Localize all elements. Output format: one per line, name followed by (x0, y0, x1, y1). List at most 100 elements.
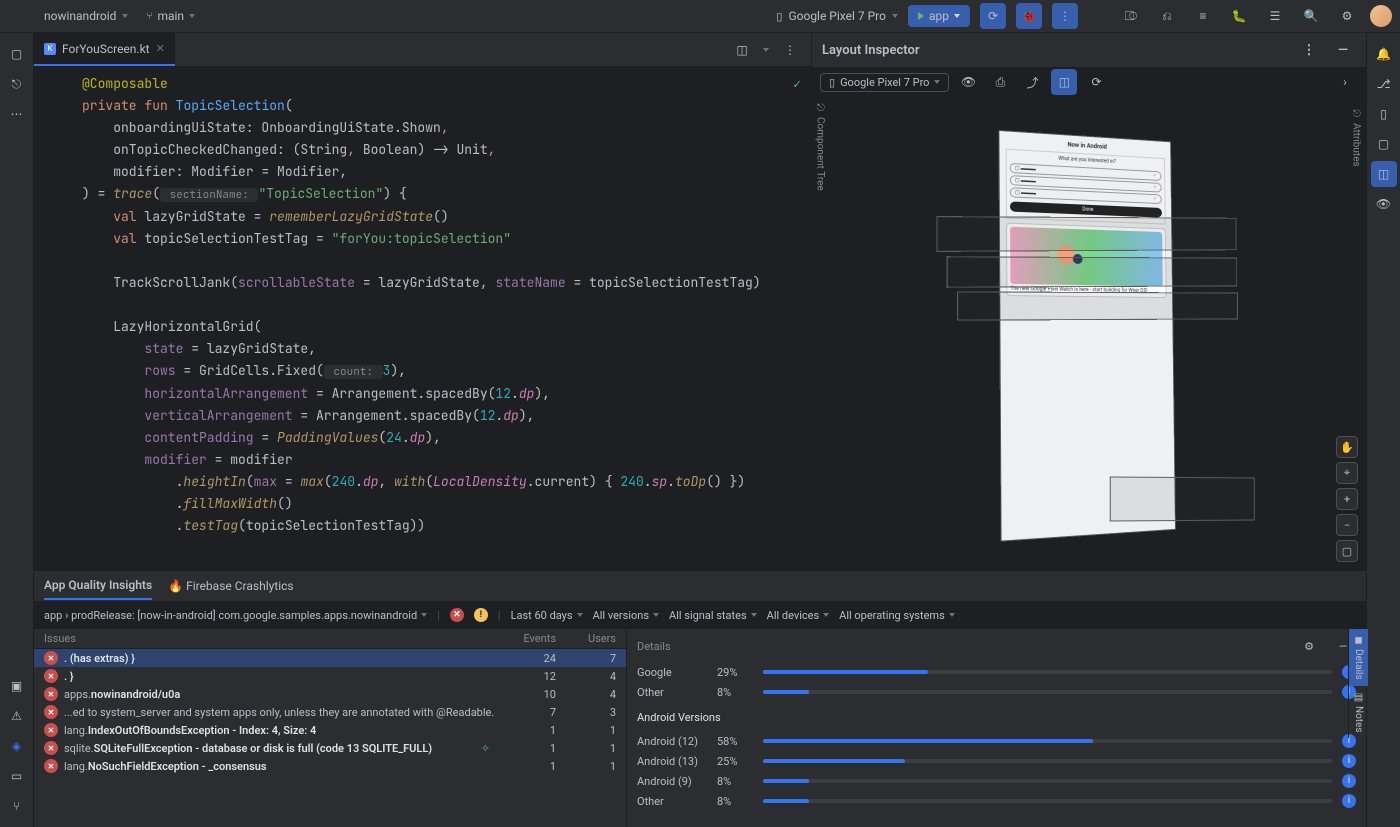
issue-row[interactable]: ✕ lang.IndexOutOfBoundsException - Index… (34, 721, 626, 739)
code-editor[interactable]: ✓ @Composable private fun TopicSelection… (34, 67, 811, 570)
issue-row[interactable]: ✕ apps.nowinandroid/u0a 104 (34, 685, 626, 703)
terminal-tool-icon[interactable]: ▭ (4, 763, 30, 789)
spark-icon: ✧ (481, 742, 490, 755)
error-icon: ✕ (44, 705, 58, 719)
settings-icon[interactable]: ⚙ (1334, 3, 1360, 29)
issue-row[interactable]: ✕ . (has extras) } 247 (34, 649, 626, 667)
notifications-icon[interactable]: 🔔 (1371, 41, 1397, 67)
project-name: nowinandroid (44, 9, 116, 23)
module-selector[interactable]: app › prodRelease: [now-in-android] com.… (44, 609, 427, 622)
issue-row[interactable]: ✕ sqlite.SQLiteFullException - database … (34, 739, 626, 757)
inspector-device-selector[interactable]: ▯ Google Pixel 7 Pro (820, 73, 949, 92)
more-actions-button[interactable]: ⋮ (1052, 3, 1078, 29)
inspector-options-icon[interactable]: ⋮ (1296, 37, 1322, 63)
chevron-down-icon (653, 613, 659, 617)
filter-os[interactable]: All operating systems (839, 609, 955, 622)
details-settings-icon[interactable]: ⚙ (1296, 633, 1322, 659)
stat-row: Android (9)8% i (637, 774, 1356, 788)
snapshot-icon[interactable]: ⎙ (987, 69, 1013, 95)
project-tool-icon[interactable]: ▢ (4, 41, 30, 67)
layout-inspector-icon[interactable]: ◫ (1371, 161, 1397, 187)
col-issues: Issues (44, 632, 496, 645)
debug-button[interactable]: 🐞 (1016, 3, 1042, 29)
branch-selector[interactable]: ⑂ main (146, 9, 195, 23)
structure-tool-icon[interactable]: ⎋ (4, 71, 30, 97)
file-tab[interactable]: K ForYouScreen.kt ✕ (34, 33, 175, 66)
zoom-out-button[interactable]: − (1336, 514, 1358, 536)
chevron-down-icon (892, 14, 898, 18)
filter-signals[interactable]: All signal states (669, 609, 757, 622)
zoom-in-button[interactable]: + (1336, 488, 1358, 510)
bug-report-icon[interactable]: 🐛 (1226, 3, 1252, 29)
side-tab-details[interactable]: ◼ Details (1348, 629, 1368, 686)
chevron-down-icon (189, 14, 195, 18)
split-editor-icon[interactable]: ◫ (729, 37, 755, 63)
user-avatar[interactable] (1370, 5, 1392, 27)
filter-days[interactable]: Last 60 days (511, 609, 583, 622)
analysis-ok-icon[interactable]: ✓ (793, 73, 801, 95)
main-menu-icon[interactable] (8, 3, 34, 29)
device-icon: ▯ (829, 76, 835, 89)
run-tool-icon[interactable]: ▣ (4, 673, 30, 699)
attributes-tab[interactable]: ⎋ Attributes (1348, 103, 1364, 173)
issue-row[interactable]: ✕ lang.NoSuchFieldException - _consensus… (34, 757, 626, 775)
branch-name: main (157, 9, 184, 23)
chevron-down-icon (934, 80, 940, 84)
export-icon[interactable]: ⤴ (1019, 69, 1045, 95)
chevron-down-icon[interactable] (763, 48, 769, 52)
issue-row[interactable]: ✕ ...ed to system_server and system apps… (34, 703, 626, 721)
mode-3d-icon[interactable]: ◫ (1051, 69, 1077, 95)
insights-tool-icon[interactable]: ◈ (4, 733, 30, 759)
vcs-update-icon[interactable]: ⎌ (1154, 3, 1180, 29)
tab-firebase-crashlytics[interactable]: 🔥 Firebase Crashlytics (168, 573, 293, 599)
toggle-live-icon[interactable]: 👁 (955, 69, 981, 95)
error-badge-icon[interactable]: ✕ (450, 608, 464, 622)
branch-icon: ⑂ (146, 11, 152, 22)
profiler-tool-icon[interactable]: 👁 (1371, 191, 1397, 217)
warn-badge-icon[interactable]: ! (474, 608, 488, 622)
col-details: Details (637, 640, 671, 653)
component-tree-tab[interactable]: ⎋ Component Tree (812, 97, 828, 570)
gradle-tool-icon[interactable]: ⎇ (1371, 71, 1397, 97)
restart-button[interactable]: ⟳ (980, 3, 1006, 29)
inspector-minimize-icon[interactable]: — (1330, 37, 1356, 63)
chevron-down-icon (949, 613, 955, 617)
git-tool-icon[interactable]: ⑂ (4, 793, 30, 819)
tab-app-quality-insights[interactable]: App Quality Insights (44, 572, 152, 600)
fit-button[interactable]: ▢ (1336, 540, 1358, 562)
device-icon: ▯ (776, 10, 782, 23)
more-tools-icon[interactable]: ⋯ (4, 101, 30, 127)
file-name: ForYouScreen.kt (62, 42, 150, 56)
error-icon: ✕ (44, 741, 58, 755)
run-icon (918, 12, 924, 20)
run-config-selector[interactable]: app (908, 5, 970, 27)
chevron-down-icon (751, 613, 757, 617)
stat-row: Google29% i (637, 665, 1356, 679)
vcs-commit-icon[interactable]: ≡ (1190, 3, 1216, 29)
filter-devices[interactable]: All devices (767, 609, 830, 622)
side-tab-notes[interactable]: ▤ Notes (1348, 686, 1368, 739)
project-selector[interactable]: nowinandroid (44, 9, 128, 23)
problems-tool-icon[interactable]: ⚠ (4, 703, 30, 729)
refresh-icon[interactable]: ⟳ (1083, 69, 1109, 95)
error-icon: ✕ (44, 723, 58, 737)
pan-button[interactable]: ✋ (1336, 436, 1358, 458)
code-with-me-icon[interactable]: ⎄ (1118, 3, 1144, 29)
filter-versions[interactable]: All versions (593, 609, 659, 622)
reset-view-button[interactable]: ⌖ (1336, 462, 1358, 484)
error-icon: ✕ (44, 759, 58, 773)
issue-row[interactable]: ✕ . } 124 (34, 667, 626, 685)
device-manager-icon[interactable]: ▯ (1371, 101, 1397, 127)
android-versions-title: Android Versions (637, 711, 1356, 724)
inspector-expand-icon[interactable]: › (1332, 69, 1358, 95)
feedback-icon[interactable]: ☰ (1262, 3, 1288, 29)
error-icon: ✕ (44, 651, 58, 665)
close-tab-icon[interactable]: ✕ (156, 42, 165, 55)
chevron-down-icon (577, 613, 583, 617)
emulator-tool-icon[interactable]: ▢ (1371, 131, 1397, 157)
search-icon[interactable]: 🔍 (1298, 3, 1324, 29)
tab-options-icon[interactable]: ⋮ (777, 37, 803, 63)
kotlin-file-icon: K (44, 43, 56, 55)
chevron-down-icon (421, 613, 427, 617)
device-selector[interactable]: ▯ Google Pixel 7 Pro (776, 9, 898, 23)
